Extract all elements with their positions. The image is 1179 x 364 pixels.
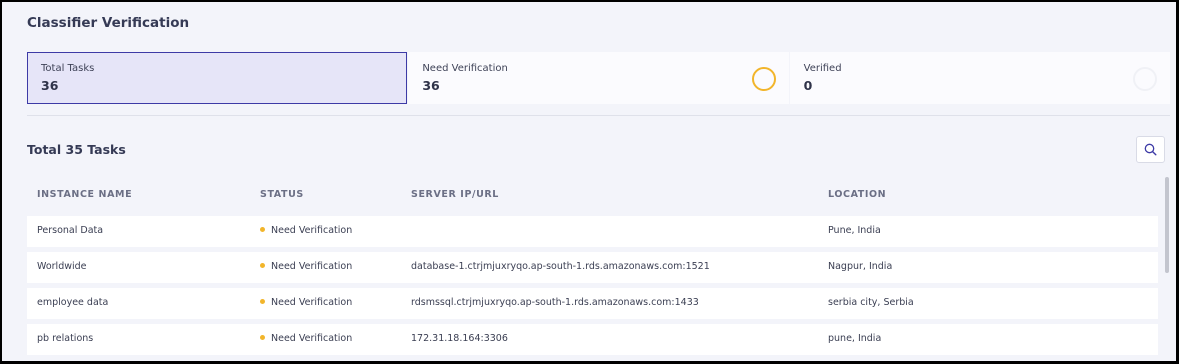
status-cell: Need Verification <box>260 261 352 272</box>
stat-value: 36 <box>41 78 59 93</box>
stat-label: Total Tasks <box>41 63 95 74</box>
stat-label: Need Verification <box>422 63 508 74</box>
table-row[interactable]: Personal Data Need Verification Pune, In… <box>27 216 1158 247</box>
location: serbia city, Serbia <box>828 297 914 308</box>
classifier-verification-panel: Classifier Verification Total Tasks 36 N… <box>2 2 1176 361</box>
stat-value: 0 <box>803 78 813 93</box>
search-button[interactable] <box>1136 136 1165 163</box>
progress-ring-icon <box>751 67 776 91</box>
table-row[interactable]: Worldwide Need Verification database-1.c… <box>27 252 1158 283</box>
table-header: INSTANCE NAME STATUS SERVER IP/URL LOCAT… <box>27 187 1158 207</box>
location: Pune, India <box>828 225 881 236</box>
stat-label: Verified <box>803 63 842 74</box>
status-text: Need Verification <box>271 333 353 344</box>
instance-name: Worldwide <box>37 261 87 272</box>
section-divider <box>27 115 1170 116</box>
status-dot-icon <box>260 335 265 340</box>
status-dot-icon <box>260 263 265 268</box>
tasks-title: Total 35 Tasks <box>27 142 126 157</box>
status-dot-icon <box>260 227 265 232</box>
status-dot-icon <box>260 299 265 304</box>
page-title: Classifier Verification <box>27 15 190 31</box>
server-url: 172.31.18.164:3306 <box>411 333 508 344</box>
status-cell: Need Verification <box>260 333 352 344</box>
location: Nagpur, India <box>828 261 893 272</box>
status-text: Need Verification <box>271 225 353 236</box>
status-cell: Need Verification <box>260 297 352 308</box>
instance-name: employee data <box>37 297 109 308</box>
column-header-status[interactable]: STATUS <box>260 189 304 200</box>
instance-name: Personal Data <box>37 225 104 236</box>
status-text: Need Verification <box>271 261 353 272</box>
stat-card-need-verification[interactable]: Need Verification 36 <box>408 52 789 104</box>
search-icon <box>1144 143 1157 156</box>
stat-card-total-tasks[interactable]: Total Tasks 36 <box>27 52 408 104</box>
table-scrollbar[interactable] <box>1165 177 1169 273</box>
server-url: rdsmssql.ctrjmjuxryqo.ap-south-1.rds.ama… <box>411 297 699 308</box>
stats-bar: Total Tasks 36 Need Verification 36 Veri… <box>27 52 1170 104</box>
table-row[interactable]: employee data Need Verification rdsmssql… <box>27 288 1158 319</box>
stat-value: 36 <box>422 78 440 93</box>
column-header-location[interactable]: LOCATION <box>828 189 886 200</box>
table-row[interactable]: pb relations Need Verification 172.31.18… <box>27 324 1158 355</box>
column-header-instance-name[interactable]: INSTANCE NAME <box>37 189 132 200</box>
stat-card-verified[interactable]: Verified 0 <box>789 52 1170 104</box>
status-text: Need Verification <box>271 297 353 308</box>
column-header-server[interactable]: SERVER IP/URL <box>411 189 499 200</box>
progress-ring-icon <box>1132 67 1157 91</box>
location: pune, India <box>828 333 882 344</box>
instance-name: pb relations <box>37 333 94 344</box>
server-url: database-1.ctrjmjuxryqo.ap-south-1.rds.a… <box>411 261 710 272</box>
status-cell: Need Verification <box>260 225 352 236</box>
